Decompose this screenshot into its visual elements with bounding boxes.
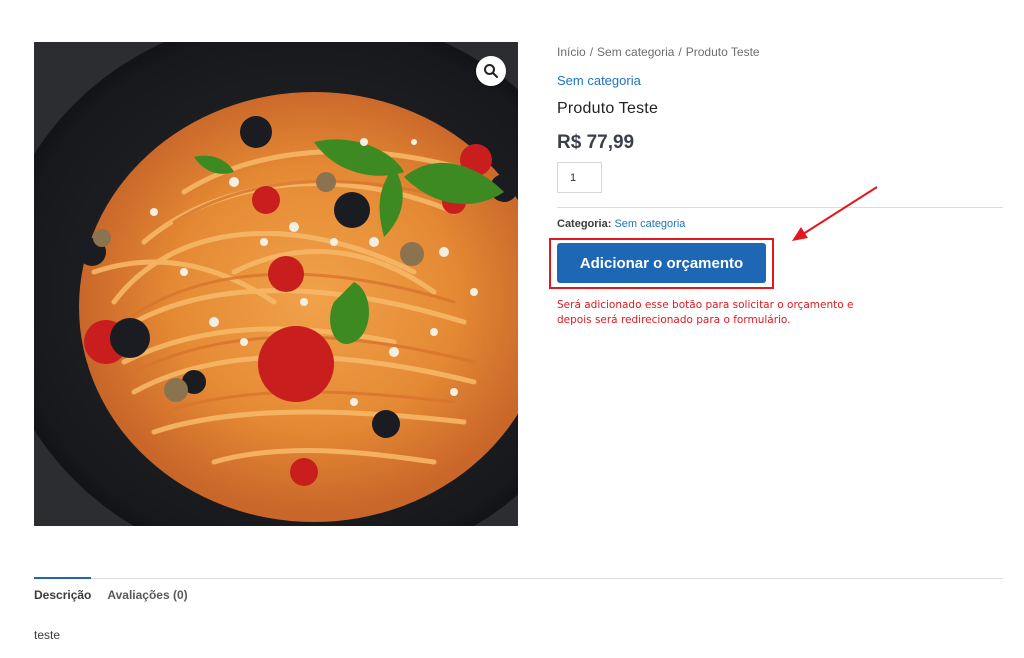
breadcrumb-home[interactable]: Início bbox=[557, 45, 586, 59]
meta-category-link[interactable]: Sem categoria bbox=[614, 218, 685, 230]
annotation-note-line: Será adicionado esse botão para solicita… bbox=[557, 299, 854, 311]
breadcrumb-separator: / bbox=[678, 45, 682, 59]
tab-reviews[interactable]: Avaliações (0) bbox=[107, 578, 187, 602]
product-price: R$ 77,99 bbox=[557, 132, 635, 153]
quantity-input[interactable] bbox=[557, 162, 602, 193]
annotation-arrow-icon bbox=[792, 186, 878, 241]
annotation-note: Será adicionado esse botão para solicita… bbox=[557, 298, 867, 328]
category-link[interactable]: Sem categoria bbox=[557, 73, 641, 88]
annotation-note-line: depois será redirecionado para o formulá… bbox=[557, 314, 791, 326]
zoom-button[interactable] bbox=[476, 56, 506, 86]
category-label: Categoria: bbox=[557, 218, 612, 230]
breadcrumb-category[interactable]: Sem categoria bbox=[597, 45, 674, 59]
spaghetti-photo bbox=[34, 42, 518, 526]
tab-description[interactable]: Descrição bbox=[34, 577, 92, 602]
product-image[interactable] bbox=[34, 42, 518, 526]
product-meta: Categoria: Sem categoria bbox=[557, 218, 685, 230]
product-title: Produto Teste bbox=[557, 100, 659, 117]
description-content: teste bbox=[34, 628, 61, 642]
breadcrumb-separator: / bbox=[589, 45, 594, 59]
magnifier-icon bbox=[484, 64, 498, 78]
add-to-quote-button[interactable]: Adicionar o orçamento bbox=[557, 243, 766, 283]
breadcrumb: Início / Sem categoria / Produto Teste bbox=[557, 45, 760, 59]
divider bbox=[557, 207, 1003, 208]
breadcrumb-current: Produto Teste bbox=[685, 45, 760, 59]
product-tabs: Descrição Avaliações (0) bbox=[34, 577, 204, 602]
